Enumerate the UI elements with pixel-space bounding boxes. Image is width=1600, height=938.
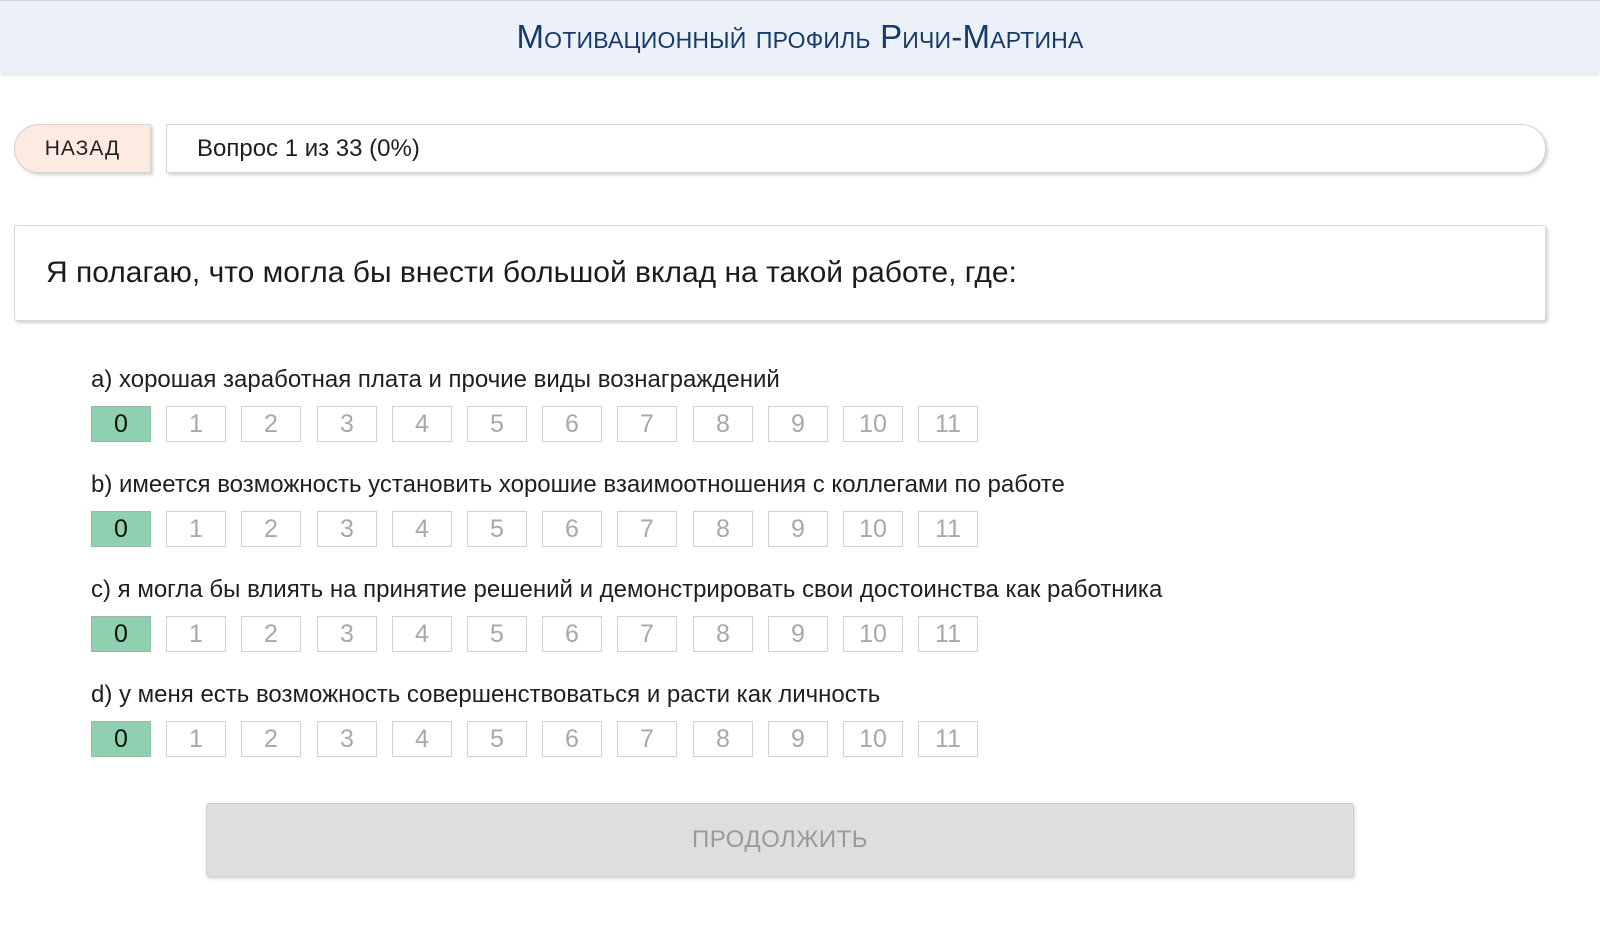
rating-option-11[interactable]: 11 xyxy=(918,511,978,547)
page-title: Мотивационный профиль Ричи-Мартина xyxy=(516,18,1084,55)
rating-option-7[interactable]: 7 xyxy=(617,406,677,442)
question-text: Я полагаю, что могла бы внести большой в… xyxy=(46,256,1017,289)
rating-option-3[interactable]: 3 xyxy=(317,721,377,757)
continue-button[interactable]: ПРОДОЛЖИТЬ xyxy=(206,803,1354,877)
app-header: Мотивационный профиль Ричи-Мартина xyxy=(0,0,1600,73)
rating-option-8[interactable]: 8 xyxy=(693,406,753,442)
rating-option-5[interactable]: 5 xyxy=(467,616,527,652)
rating-option-6[interactable]: 6 xyxy=(542,406,602,442)
rating-option-11[interactable]: 11 xyxy=(918,616,978,652)
rating-option-5[interactable]: 5 xyxy=(467,511,527,547)
rating-option-4[interactable]: 4 xyxy=(392,616,452,652)
option-label-d: d) у меня есть возможность совершенствов… xyxy=(91,681,881,708)
rating-option-4[interactable]: 4 xyxy=(392,721,452,757)
rating-option-10[interactable]: 10 xyxy=(843,511,903,547)
rating-option-2[interactable]: 2 xyxy=(241,616,301,652)
rating-option-6[interactable]: 6 xyxy=(542,721,602,757)
rating-option-3[interactable]: 3 xyxy=(317,511,377,547)
rating-option-4[interactable]: 4 xyxy=(392,511,452,547)
rating-option-11[interactable]: 11 xyxy=(918,721,978,757)
progress-indicator: Вопрос 1 из 33 (0%) xyxy=(166,124,1546,173)
rating-option-7[interactable]: 7 xyxy=(617,511,677,547)
rating-option-10[interactable]: 10 xyxy=(843,616,903,652)
rating-option-0[interactable]: 0 xyxy=(91,616,151,652)
rating-option-3[interactable]: 3 xyxy=(317,406,377,442)
rating-option-6[interactable]: 6 xyxy=(542,616,602,652)
rating-option-2[interactable]: 2 xyxy=(241,511,301,547)
rating-option-0[interactable]: 0 xyxy=(91,511,151,547)
option-label-c: c) я могла бы влиять на принятие решений… xyxy=(91,576,1163,603)
rating-option-7[interactable]: 7 xyxy=(617,721,677,757)
rating-option-10[interactable]: 10 xyxy=(843,721,903,757)
rating-option-9[interactable]: 9 xyxy=(768,511,828,547)
rating-option-10[interactable]: 10 xyxy=(843,406,903,442)
rating-option-1[interactable]: 1 xyxy=(166,616,226,652)
rating-option-2[interactable]: 2 xyxy=(241,406,301,442)
rating-option-5[interactable]: 5 xyxy=(467,406,527,442)
back-button[interactable]: НАЗАД xyxy=(14,124,151,173)
rating-option-9[interactable]: 9 xyxy=(768,721,828,757)
rating-option-5[interactable]: 5 xyxy=(467,721,527,757)
rating-option-0[interactable]: 0 xyxy=(91,721,151,757)
rating-option-9[interactable]: 9 xyxy=(768,406,828,442)
rating-option-3[interactable]: 3 xyxy=(317,616,377,652)
rating-option-2[interactable]: 2 xyxy=(241,721,301,757)
rating-option-1[interactable]: 1 xyxy=(166,721,226,757)
rating-option-8[interactable]: 8 xyxy=(693,511,753,547)
rating-option-1[interactable]: 1 xyxy=(166,406,226,442)
progress-text: Вопрос 1 из 33 (0%) xyxy=(197,134,420,162)
rating-option-0[interactable]: 0 xyxy=(91,406,151,442)
option-label-a: a) хорошая заработная плата и прочие вид… xyxy=(91,366,780,393)
rating-option-4[interactable]: 4 xyxy=(392,406,452,442)
rating-option-11[interactable]: 11 xyxy=(918,406,978,442)
rating-option-1[interactable]: 1 xyxy=(166,511,226,547)
option-label-b: b) имеется возможность установить хороши… xyxy=(91,471,1065,498)
rating-option-6[interactable]: 6 xyxy=(542,511,602,547)
rating-option-8[interactable]: 8 xyxy=(693,721,753,757)
question-card: Я полагаю, что могла бы внести большой в… xyxy=(14,225,1546,321)
rating-option-9[interactable]: 9 xyxy=(768,616,828,652)
rating-option-8[interactable]: 8 xyxy=(693,616,753,652)
rating-option-7[interactable]: 7 xyxy=(617,616,677,652)
